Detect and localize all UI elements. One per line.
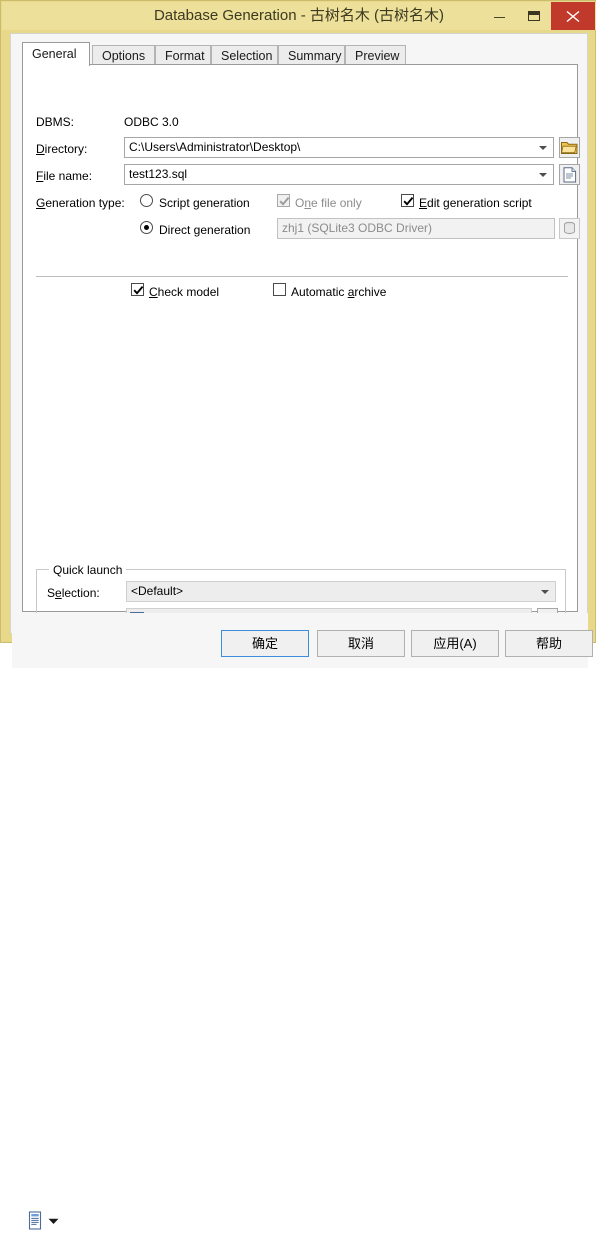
dialog-window: Database Generation - 古树名木 (古树名木) Genera…	[0, 0, 596, 1230]
maximize-restore-button[interactable]	[518, 2, 551, 30]
directory-combobox[interactable]: C:\Users\Administrator\Desktop\	[124, 137, 554, 158]
help-button[interactable]: 帮助	[505, 630, 593, 657]
ok-button[interactable]: 确定	[221, 630, 309, 657]
checkbox-edit-generation-script-label[interactable]: Edit generation script	[419, 196, 532, 210]
tab-options[interactable]: Options	[92, 45, 155, 65]
chevron-down-icon[interactable]	[535, 165, 552, 184]
tab-page-general: DBMS: ODBC 3.0 Directory: C:\Users\Admin…	[22, 64, 580, 637]
radio-direct-generation-label[interactable]: Direct generation	[159, 223, 250, 237]
radio-direct-generation[interactable]	[140, 221, 153, 234]
close-button[interactable]	[551, 2, 595, 30]
chevron-down-icon[interactable]	[535, 138, 552, 157]
checkmark-icon	[133, 285, 144, 295]
file-name-value: test123.sql	[129, 167, 188, 181]
directory-value: C:\Users\Administrator\Desktop\	[129, 140, 301, 154]
dialog-client-area: General Options Format Selection Summary…	[10, 33, 593, 1230]
print-report-split-button[interactable]	[26, 1211, 66, 1233]
minimize-button[interactable]	[482, 2, 518, 30]
radio-selected-dot	[144, 225, 149, 230]
checkbox-edit-generation-script[interactable]	[401, 194, 414, 207]
minimize-icon	[494, 17, 505, 18]
tab-format[interactable]: Format	[155, 45, 211, 65]
data-source-connect-button	[559, 218, 580, 239]
section-separator	[36, 276, 568, 277]
file-icon	[563, 167, 577, 183]
dbms-label: DBMS:	[36, 115, 75, 129]
radio-script-generation[interactable]	[140, 194, 153, 207]
restore-icon	[528, 11, 540, 21]
database-connect-icon	[564, 221, 575, 234]
file-name-combobox[interactable]: test123.sql	[124, 164, 554, 185]
selection-value: <Default>	[131, 584, 184, 598]
tab-bar: General Options Format Selection Summary…	[22, 42, 578, 66]
checkbox-automatic-archive[interactable]	[273, 283, 286, 296]
checkbox-one-file-only-label: One file only	[295, 196, 362, 210]
dbms-value: ODBC 3.0	[124, 115, 179, 129]
checkbox-check-model-label[interactable]: Check model	[149, 285, 219, 299]
tab-preview[interactable]: Preview	[345, 45, 406, 65]
checkmark-icon	[403, 196, 414, 206]
folder-icon	[561, 142, 578, 154]
apply-button[interactable]: 应用(A)	[411, 630, 499, 657]
quick-launch-title: Quick launch	[49, 563, 127, 577]
title-bar: Database Generation - 古树名木 (古树名木)	[2, 2, 596, 30]
print-report-icon	[28, 1211, 42, 1230]
selection-label: Selection:	[47, 586, 100, 600]
selection-combobox[interactable]: <Default>	[126, 581, 556, 602]
chevron-down-icon[interactable]	[537, 582, 554, 601]
tab-summary[interactable]: Summary	[278, 45, 345, 65]
directory-label: Directory:	[36, 142, 88, 156]
close-icon	[566, 11, 580, 22]
tab-selection[interactable]: Selection	[211, 45, 278, 65]
tab-general[interactable]: General	[22, 42, 90, 66]
generation-type-label: Generation type:	[36, 196, 125, 210]
chevron-down-icon[interactable]	[48, 1218, 59, 1225]
dialog-bottom-bar: 确定 取消 应用(A) 帮助	[12, 613, 593, 1230]
checkmark-icon	[279, 196, 290, 206]
radio-script-generation-label[interactable]: Script generation	[159, 196, 250, 210]
cancel-button[interactable]: 取消	[317, 630, 405, 657]
data-source-field: zhj1 (SQLite3 ODBC Driver)	[277, 218, 555, 239]
directory-browse-button[interactable]	[559, 137, 580, 158]
checkbox-check-model[interactable]	[131, 283, 144, 296]
file-name-label: File name:	[36, 169, 93, 183]
checkbox-one-file-only	[277, 194, 290, 207]
file-name-browse-button[interactable]	[559, 164, 580, 185]
checkbox-automatic-archive-label[interactable]: Automatic archive	[291, 285, 386, 299]
